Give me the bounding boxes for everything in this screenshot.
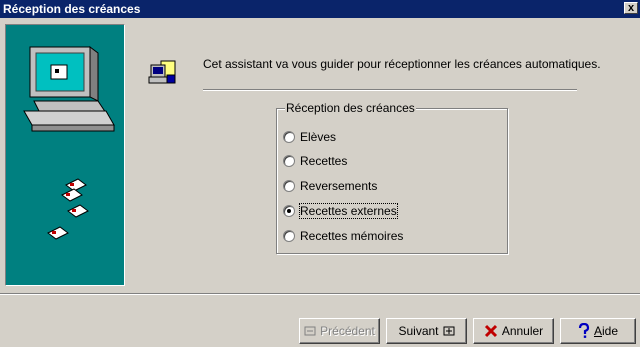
radio-circle[interactable] <box>283 230 295 242</box>
radio-recettes-memoires[interactable]: Recettes mémoires <box>283 228 403 244</box>
next-label: Suivant <box>398 324 439 338</box>
radio-recettes[interactable]: Recettes <box>283 153 347 169</box>
radio-label: Recettes externes <box>299 203 398 219</box>
title-bar: Réception des créances x <box>0 0 640 18</box>
header-separator <box>203 89 577 91</box>
previous-label: Précédent <box>320 324 375 338</box>
computer-illustration-icon <box>23 46 115 240</box>
radio-label: Recettes <box>300 154 348 168</box>
cancel-label: Annuler <box>501 324 544 338</box>
back-arrow-icon <box>304 326 316 336</box>
red-x-icon <box>484 324 497 338</box>
radio-circle-checked[interactable] <box>283 205 295 217</box>
close-icon: x <box>627 2 635 14</box>
radio-reversements[interactable]: Reversements <box>283 178 377 194</box>
window-title: Réception des créances <box>3 2 141 16</box>
footer-separator <box>0 293 640 295</box>
radio-circle[interactable] <box>283 155 295 167</box>
wizard-icon <box>147 55 179 87</box>
forward-arrow-icon <box>443 326 455 336</box>
cancel-button[interactable]: Annuler <box>473 318 554 344</box>
previous-button[interactable]: Précédent <box>299 318 380 344</box>
question-mark-icon <box>578 323 590 338</box>
next-button[interactable]: Suivant <box>386 318 467 344</box>
radio-circle[interactable] <box>283 131 295 143</box>
floppy-disks-icon <box>47 178 89 240</box>
radio-eleves[interactable]: Elèves <box>283 129 336 145</box>
radio-label: Reversements <box>300 179 378 193</box>
help-label: Aide <box>593 324 619 338</box>
radio-circle[interactable] <box>283 180 295 192</box>
intro-text: Cet assistant va vous guider pour récept… <box>203 57 601 71</box>
groupbox-legend: Réception des créances <box>285 101 416 115</box>
wizard-side-panel <box>5 24 125 286</box>
radio-label: Recettes mémoires <box>300 229 404 243</box>
radio-recettes-externes[interactable]: Recettes externes <box>283 203 398 219</box>
help-button[interactable]: Aide <box>560 318 636 344</box>
radio-label: Elèves <box>300 130 337 144</box>
close-button[interactable]: x <box>624 2 638 14</box>
